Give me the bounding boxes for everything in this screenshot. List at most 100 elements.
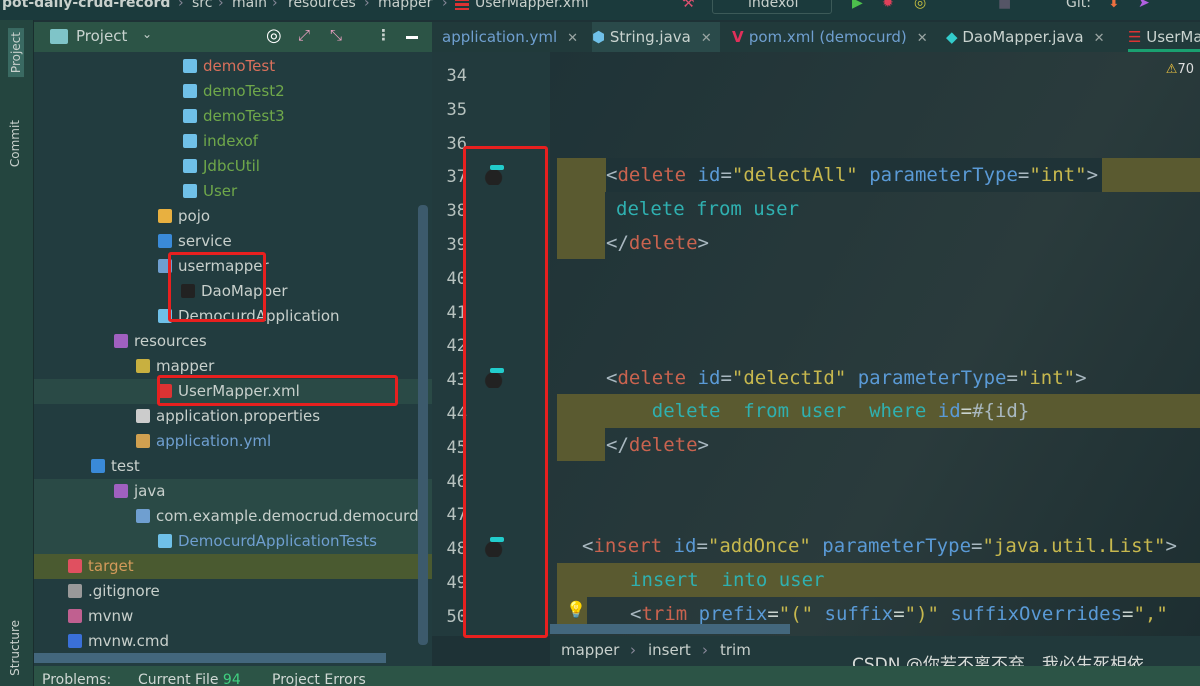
tab-daomapper-java[interactable]: ◆ DaoMapper.java ✕ [946, 22, 1105, 52]
project-view-title[interactable]: Project [76, 27, 127, 45]
annotation-box [168, 252, 266, 322]
git-label: Git: [1066, 0, 1091, 11]
file-icon [91, 459, 105, 473]
tree-vertical-scrollbar[interactable] [418, 205, 428, 645]
crumb-trim[interactable]: trim [720, 641, 751, 659]
tree-horizontal-scrollbar[interactable] [34, 653, 386, 663]
xml-file-icon [455, 0, 469, 10]
crumb-src[interactable]: src [192, 0, 212, 11]
crumb-mapper[interactable]: mapper [378, 0, 432, 11]
problems-bar: Problems: Current File 94 Project Errors [34, 666, 1200, 686]
git-update-icon[interactable]: ⬇ [1108, 0, 1120, 11]
tree-item[interactable]: ›target [34, 554, 432, 579]
mybatis-bird-icon: ◆ [946, 28, 963, 46]
crumb-resources[interactable]: resources [288, 0, 356, 11]
tab-pom-xml[interactable]: V pom.xml (democurd) ✕ [732, 22, 928, 52]
chevron-down-icon[interactable]: ⌄ [142, 27, 152, 41]
tree-item[interactable]: JdbcUtil [34, 154, 432, 179]
crumb-project[interactable]: pot-daily-crud-record [2, 0, 170, 11]
file-icon [136, 434, 150, 448]
tab-label: pom.xml (democurd) [748, 28, 907, 46]
file-icon [68, 559, 82, 573]
minimize-icon[interactable] [406, 36, 418, 39]
run-config-label: indexof [748, 0, 800, 11]
tree-item-label: target [88, 557, 134, 575]
code-editor[interactable]: ⚠70 <delete id="delectAll" parameterType… [550, 52, 1200, 636]
current-file-tab[interactable]: Current File 94 [138, 672, 241, 686]
tree-item[interactable]: application.properties [34, 404, 432, 429]
tree-item-label: test [111, 457, 140, 475]
expand-all-icon[interactable]: ⤢ [298, 26, 310, 44]
project-tree: demoTest demoTest2 demoTest3 indexof JdbcUti… [34, 52, 432, 666]
tree-item[interactable]: DemocurdApplicationTests [34, 529, 432, 554]
tree-item[interactable]: application.yml [34, 429, 432, 454]
tree-item[interactable]: ⌄resources [34, 329, 432, 354]
tool-window-strip: Project Commit Structure [0, 20, 34, 686]
tree-item[interactable]: ›pojo [34, 204, 432, 229]
tree-item-label: JdbcUtil [203, 157, 260, 175]
tree-item[interactable]: ⌄java [34, 479, 432, 504]
annotation-box [463, 146, 548, 638]
project-panel-header: Project ⌄ ◎ ⤢ ⤡ ⋮ [34, 22, 432, 52]
close-icon[interactable]: ✕ [917, 31, 928, 46]
coverage-icon[interactable]: ◎ [914, 0, 926, 11]
debug-icon[interactable]: ✹ [882, 0, 894, 11]
lightbulb-icon[interactable]: 💡 [566, 600, 586, 619]
project-tool-tab[interactable]: Project [8, 28, 24, 78]
file-icon [158, 234, 172, 248]
tree-item[interactable]: ›service [34, 229, 432, 254]
tree-item-label: demoTest3 [203, 107, 285, 125]
crumb-file[interactable]: UserMapper.xml [475, 0, 589, 11]
tree-item-label: demoTest2 [203, 82, 285, 100]
crumb-mapper[interactable]: mapper [561, 641, 619, 659]
tab-string-java[interactable]: ⬢ String.java ✕ [592, 22, 720, 52]
folder-icon [50, 29, 68, 44]
stop-icon[interactable]: ■ [998, 0, 1011, 11]
locate-target-icon[interactable]: ◎ [266, 25, 282, 46]
tree-item[interactable]: demoTest2 [34, 79, 432, 104]
file-icon [158, 534, 172, 548]
run-icon[interactable]: ▶ [852, 0, 863, 11]
close-icon[interactable]: ✕ [1094, 31, 1105, 46]
xml-breadcrumb: mapper › insert › trim CSDN @你若不离不弃，我必生死… [550, 636, 1200, 675]
tree-item-label: demoTest [203, 57, 276, 75]
more-options-icon[interactable]: ⋮ [376, 26, 391, 44]
tree-item-label: .gitignore [88, 582, 160, 600]
tree-item-label: User [203, 182, 238, 200]
tree-item-label: application.properties [156, 407, 321, 425]
crumb-main[interactable]: main [232, 0, 267, 11]
tree-item[interactable]: .gitignore [34, 579, 432, 604]
file-icon [136, 509, 150, 523]
crumb-insert[interactable]: insert [648, 641, 691, 659]
tree-item-label: service [178, 232, 232, 250]
tree-item[interactable]: ⌄com.example.democrud.democurd [34, 504, 432, 529]
tree-item[interactable]: mvnw [34, 604, 432, 629]
tree-item-label: resources [134, 332, 207, 350]
tree-item[interactable]: demoTest [34, 54, 432, 79]
tree-item[interactable]: demoTest3 [34, 104, 432, 129]
git-push-icon[interactable]: ➤ [1138, 0, 1150, 11]
structure-tool-tab[interactable]: Structure [8, 620, 22, 676]
file-icon [158, 209, 172, 223]
file-icon [183, 59, 197, 73]
editor-horizontal-scrollbar[interactable] [550, 624, 790, 634]
build-hammer-icon[interactable]: ⚒ [682, 0, 695, 11]
project-errors-tab[interactable]: Project Errors [272, 672, 366, 686]
tree-item-label: com.example.democrud.democurd [156, 507, 419, 525]
collapse-all-icon[interactable]: ⤡ [330, 26, 342, 44]
tree-item[interactable]: User [34, 179, 432, 204]
tree-item-label: indexof [203, 132, 259, 150]
navigation-breadcrumb: pot-daily-crud-record › src › main › res… [0, 0, 1200, 20]
warning-indicator[interactable]: ⚠70 [1166, 62, 1194, 77]
commit-tool-tab[interactable]: Commit [8, 120, 22, 167]
close-icon[interactable]: ✕ [567, 31, 578, 46]
file-icon [114, 334, 128, 348]
tree-item[interactable]: indexof [34, 129, 432, 154]
tab-application-yml[interactable]: application.yml ✕ [442, 22, 578, 52]
tab-label: String.java [609, 28, 691, 46]
close-icon[interactable]: ✕ [701, 31, 712, 46]
tree-item-label: mvnw [88, 607, 134, 625]
tab-usermapper-xml[interactable]: ☰ UserMapper.xml [1128, 22, 1200, 52]
tree-item[interactable]: mvnw.cmd [34, 629, 432, 654]
tree-item[interactable]: ⌄test [34, 454, 432, 479]
